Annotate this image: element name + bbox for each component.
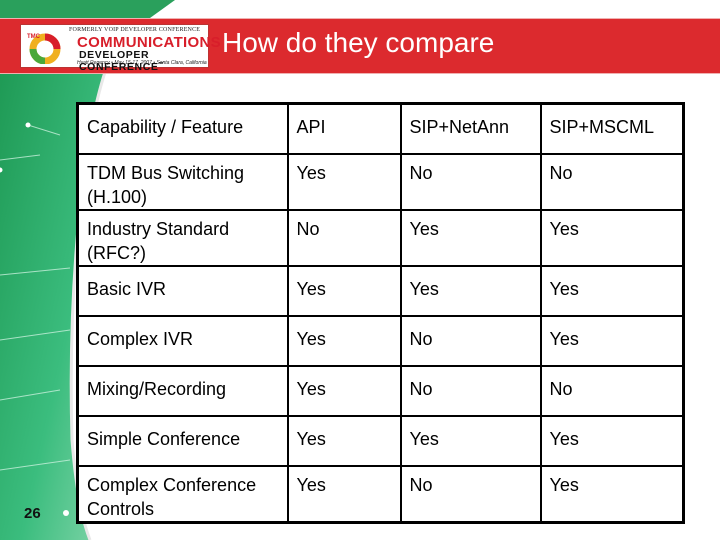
table-row: Mixing/Recording Yes No No (76, 364, 685, 417)
api-cell: Yes (286, 264, 402, 317)
netann-cell: Yes (399, 208, 542, 267)
feature-cell: Complex Conference Controls (76, 464, 289, 523)
netann-cell: No (399, 464, 542, 523)
feature-cell: Mixing/Recording (76, 364, 289, 417)
mscml-cell: No (539, 152, 685, 211)
netann-cell: No (399, 364, 542, 417)
table-row: Simple Conference Yes Yes Yes (76, 414, 685, 467)
feature-cell: TDM Bus Switching (H.100) (76, 152, 289, 211)
api-cell: Yes (286, 464, 402, 523)
api-cell: Yes (286, 314, 402, 367)
feature-cell: Basic IVR (76, 264, 289, 317)
table-row: TDM Bus Switching (H.100) Yes No No (76, 152, 685, 211)
api-cell: No (286, 208, 402, 267)
logo-subline: Hyatt Regency • May 15-17, 2007 • Santa … (77, 60, 207, 66)
mscml-cell: Yes (539, 414, 685, 467)
slide-title: How do they compare (222, 27, 495, 58)
table-header-row: Capability / Feature API SIP+NetAnn SIP+… (76, 102, 685, 155)
feature-cell: Simple Conference (76, 414, 289, 467)
mscml-cell: Yes (539, 208, 685, 267)
netann-cell: No (399, 152, 542, 211)
api-cell: Yes (286, 152, 402, 211)
api-cell: Yes (286, 364, 402, 417)
api-cell: Yes (286, 414, 402, 467)
table-row: Industry Standard (RFC?) No Yes Yes (76, 208, 685, 267)
netann-cell: No (399, 314, 542, 367)
mscml-cell: Yes (539, 464, 685, 523)
conference-logo: TMC FORMERLY VOIP DEVELOPER CONFERENCE C… (20, 24, 221, 73)
header-cell: SIP+NetAnn (399, 102, 542, 155)
header-cell: Capability / Feature (76, 102, 289, 155)
page-number: 26 (24, 505, 41, 522)
tmc-emblem-icon: TMC (27, 33, 61, 64)
netann-cell: Yes (399, 414, 542, 467)
table-row: Complex IVR Yes No Yes (76, 314, 685, 367)
feature-cell: Complex IVR (76, 314, 289, 367)
table-row: Basic IVR Yes Yes Yes (76, 264, 685, 317)
emblem-text: TMC (27, 34, 41, 40)
mscml-cell: Yes (539, 314, 685, 367)
netann-cell: Yes (399, 264, 542, 317)
header-cell: API (286, 102, 402, 155)
table-row: Complex Conference Controls Yes No Yes (76, 464, 685, 523)
mscml-cell: No (539, 364, 685, 417)
logo-tagline: FORMERLY VOIP DEVELOPER CONFERENCE (69, 27, 201, 33)
header-cell: SIP+MSCML (539, 102, 685, 155)
feature-cell: Industry Standard (RFC?) (76, 208, 289, 267)
comparison-table: Capability / Feature API SIP+NetAnn SIP+… (76, 102, 685, 524)
mscml-cell: Yes (539, 264, 685, 317)
